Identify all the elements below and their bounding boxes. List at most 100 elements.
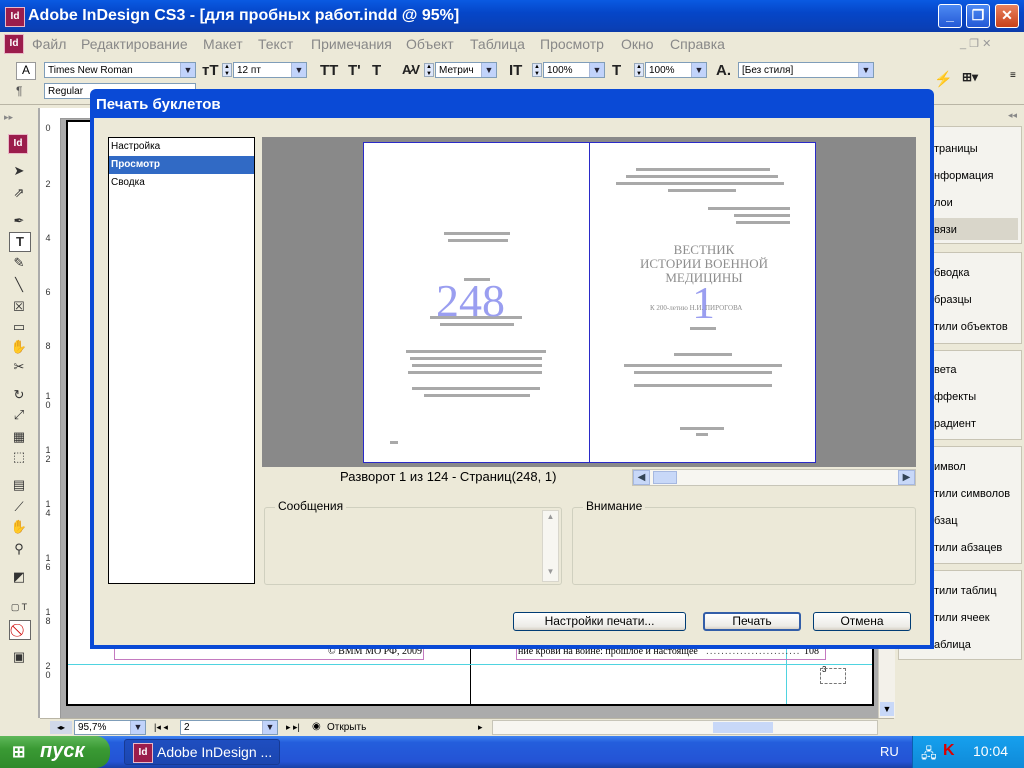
- view-mode-icon[interactable]: ▣: [9, 648, 29, 666]
- maximize-button[interactable]: ❐: [966, 4, 990, 28]
- start-button[interactable]: ⊞ пуск: [0, 736, 110, 768]
- scissors-tool-icon[interactable]: ✂: [9, 358, 29, 376]
- preview-scrollbar[interactable]: ◀ ▶: [632, 469, 916, 486]
- panel-gradient[interactable]: радиент: [934, 418, 976, 430]
- free-transform-tool-icon[interactable]: ⬚: [9, 448, 29, 466]
- horizontal-scrollbar[interactable]: [492, 720, 878, 735]
- cancel-button[interactable]: Отмена: [813, 612, 911, 631]
- menu-layout[interactable]: Макет: [203, 36, 243, 52]
- font-size-field[interactable]: 12 пт ▼: [233, 62, 307, 78]
- panel-collapse-icon[interactable]: ▸▸: [4, 112, 13, 123]
- superscript-icon[interactable]: T': [348, 62, 361, 79]
- panel-object-styles[interactable]: тили объектов: [934, 321, 1008, 333]
- open-status-text[interactable]: Открыть: [327, 722, 366, 733]
- next-page-icon[interactable]: ▸ ▸|: [286, 722, 300, 733]
- status-menu-icon[interactable]: ▸: [478, 722, 483, 733]
- zoom-arrows-icon[interactable]: ◂▸: [50, 721, 72, 734]
- panel-character-styles[interactable]: тили символов: [934, 488, 1010, 500]
- doc-window-controls[interactable]: _ ❐ ✕: [960, 37, 991, 50]
- paragraph-mode-icon[interactable]: ¶: [16, 84, 22, 98]
- apply-none-icon[interactable]: ⃠: [9, 620, 31, 640]
- panel-info[interactable]: нформация: [934, 170, 993, 182]
- underline-icon[interactable]: T: [372, 62, 381, 79]
- font-size-spinner[interactable]: ▲ ▼: [222, 63, 232, 77]
- panel-pages[interactable]: траницы: [934, 143, 978, 155]
- horizontal-scale-spinner[interactable]: ▲ ▼: [634, 63, 644, 77]
- panel-effects[interactable]: ффекты: [934, 391, 976, 403]
- panel-menu-icon[interactable]: ≡: [1010, 70, 1016, 81]
- scroll-down-icon[interactable]: ▼: [544, 567, 557, 580]
- toolbox-icon[interactable]: ⊞▾: [962, 70, 978, 84]
- formatting-container-icon[interactable]: ▢ T: [9, 598, 29, 616]
- menu-edit[interactable]: Редактирование: [81, 36, 188, 52]
- zoom-tool-icon[interactable]: ⚲: [9, 540, 29, 558]
- fill-stroke-icon[interactable]: ◩: [9, 568, 29, 586]
- panel-cell-styles[interactable]: тили ячеек: [934, 612, 990, 624]
- panel-color[interactable]: вета: [934, 364, 957, 376]
- panel-table-styles[interactable]: тили таблиц: [934, 585, 997, 597]
- print-button[interactable]: Печать: [703, 612, 801, 631]
- close-button[interactable]: ✕: [995, 4, 1019, 28]
- minimize-button[interactable]: _: [938, 4, 962, 28]
- menu-file[interactable]: Файл: [32, 36, 66, 52]
- menu-table[interactable]: Таблица: [470, 36, 525, 52]
- zoom-field[interactable]: 95,7% ▼: [74, 720, 146, 735]
- horizontal-scale-field[interactable]: 100% ▼: [645, 62, 707, 78]
- scroll-thumb[interactable]: [713, 722, 773, 733]
- panel-layers[interactable]: лои: [934, 197, 953, 209]
- page-field[interactable]: 2 ▼: [180, 720, 278, 735]
- window-titlebar[interactable]: Id Adobe InDesign CS3 - [для пробных раб…: [0, 0, 1024, 32]
- eyedropper-tool-icon[interactable]: ⟋: [9, 498, 29, 516]
- scroll-down-icon[interactable]: ▼: [880, 702, 894, 716]
- menu-view[interactable]: Просмотр: [540, 36, 604, 52]
- menu-notes[interactable]: Примечания: [311, 36, 392, 52]
- rectangle-frame-tool-icon[interactable]: ☒: [9, 298, 29, 316]
- kerning-field[interactable]: Метрич ▼: [435, 62, 497, 78]
- lightning-icon[interactable]: ⚡: [934, 70, 953, 88]
- vertical-scale-field[interactable]: 100% ▼: [543, 62, 605, 78]
- chevron-down-icon[interactable]: ▼: [858, 63, 873, 77]
- direct-selection-tool-icon[interactable]: ⇗: [9, 184, 29, 202]
- rectangle-tool-icon[interactable]: ▭: [9, 318, 29, 336]
- button-tool-icon[interactable]: ✋: [9, 338, 29, 356]
- scroll-thumb[interactable]: [653, 471, 677, 484]
- menu-window[interactable]: Окно: [621, 36, 654, 52]
- chevron-down-icon[interactable]: ▼: [481, 63, 496, 77]
- scale-tool-icon[interactable]: ⤢: [9, 406, 29, 424]
- chevron-down-icon[interactable]: ▼: [180, 63, 195, 77]
- selection-tool-icon[interactable]: ➤: [9, 162, 29, 180]
- chevron-down-icon[interactable]: ▼: [262, 721, 277, 734]
- note-tool-icon[interactable]: ▤: [9, 476, 29, 494]
- pen-tool-icon[interactable]: ✒: [9, 212, 29, 230]
- panel-table[interactable]: аблица: [934, 639, 971, 651]
- menu-help[interactable]: Справка: [670, 36, 725, 52]
- scroll-up-icon[interactable]: ▲: [544, 512, 557, 525]
- print-settings-button[interactable]: Настройки печати...: [513, 612, 686, 631]
- scroll-left-icon[interactable]: ◀: [633, 470, 650, 485]
- taskbar-indesign-button[interactable]: Id Adobe InDesign ...: [124, 739, 280, 765]
- menu-type[interactable]: Текст: [258, 36, 293, 52]
- antivirus-icon[interactable]: K: [943, 742, 955, 760]
- panel-swatches[interactable]: бразцы: [934, 294, 972, 306]
- all-caps-icon[interactable]: TT: [320, 62, 338, 79]
- empty-frame[interactable]: [820, 668, 846, 684]
- panel-character[interactable]: имвол: [934, 461, 966, 473]
- chevron-down-icon[interactable]: ▼: [691, 63, 706, 77]
- line-tool-icon[interactable]: ╲: [9, 276, 29, 294]
- font-family-field[interactable]: Times New Roman ▼: [44, 62, 196, 78]
- character-style-field[interactable]: [Без стиля] ▼: [738, 62, 874, 78]
- panel-stroke[interactable]: бводка: [934, 267, 970, 279]
- chevron-down-icon[interactable]: ▼: [291, 63, 306, 77]
- panel-paragraph[interactable]: бзац: [934, 515, 958, 527]
- sidebar-item-preview[interactable]: Просмотр: [109, 156, 254, 174]
- chevron-down-icon[interactable]: ▼: [130, 721, 145, 734]
- character-mode-icon[interactable]: A: [16, 62, 36, 80]
- rotate-tool-icon[interactable]: ↻: [9, 386, 29, 404]
- scroll-right-icon[interactable]: ▶: [898, 470, 915, 485]
- language-indicator[interactable]: RU: [880, 744, 899, 759]
- sidebar-item-setup[interactable]: Настройка: [109, 138, 254, 156]
- network-icon[interactable]: 🖧: [921, 743, 937, 767]
- menu-object[interactable]: Объект: [406, 36, 454, 52]
- panel-links[interactable]: вязи: [934, 224, 957, 236]
- dock-collapse-icon[interactable]: ◂◂: [1008, 110, 1017, 121]
